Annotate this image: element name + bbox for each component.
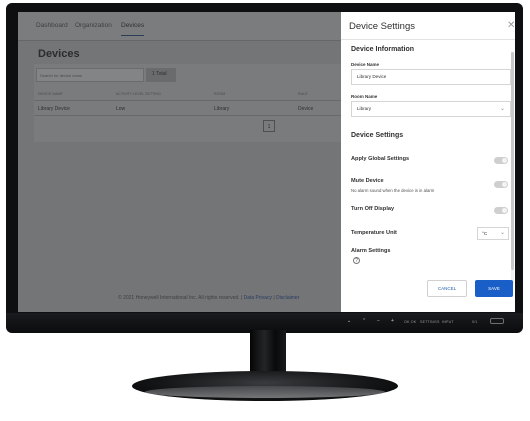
monitor-power-label: 0/1 [472,320,478,324]
nav-devices[interactable]: Devices [121,22,145,36]
monitor-input-label: INPUT [442,320,454,324]
apply-global-settings-label: Apply Global Settings [351,156,410,162]
drawer-header-divider [341,39,515,40]
monitor-plus-icon[interactable]: + [391,318,394,324]
toggle-knob [502,182,507,187]
device-settings-heading: Device Settings [351,132,404,139]
close-icon[interactable]: ✕ [507,20,515,31]
monitor-screen: Dashboard Organization Devices Devices S… [18,12,515,312]
cell-activity-level: Low [116,106,126,112]
pagination-page[interactable]: 1 [263,120,275,132]
monitor-up-icon[interactable]: ⌃ [362,318,366,324]
mute-device-description: No alarm sound when the device is in ala… [351,188,435,193]
monitor-minus-icon[interactable]: − [377,318,380,324]
monitor-down-icon[interactable]: ⌄ [347,318,351,324]
total-count: 1 Total [152,71,167,77]
toggle-knob [502,208,507,213]
temperature-unit-label: Temperature Unit [351,230,397,236]
header-device-name[interactable]: DEVICE NAME [38,92,63,96]
room-name-label: Room Name [351,94,378,99]
cell-device-name[interactable]: Library Device [38,106,70,112]
footer-link-data-privacy[interactable]: Data Privacy [244,295,272,301]
cell-rule: Device [298,106,314,112]
cancel-button[interactable]: CANCEL [427,280,467,297]
temperature-unit-select[interactable]: °C ⌄ [477,227,509,240]
device-search-input[interactable]: Search for device name [36,68,144,82]
chevron-down-icon: ⌄ [499,106,505,112]
device-information-heading: Device Information [351,46,415,53]
footer-link-disclaimer[interactable]: Disclaimer [276,295,299,301]
temperature-unit-value: °C [482,231,488,236]
turn-off-display-toggle[interactable] [494,207,508,214]
nav-organization[interactable]: Organization [75,22,112,29]
footer: © 2021 Honeywell International Inc. All … [118,295,299,301]
save-button[interactable]: SAVE [475,280,513,297]
help-icon[interactable]: ? [353,257,360,264]
header-room[interactable]: ROOM [214,92,225,96]
apply-global-settings-toggle[interactable] [494,157,508,164]
nav-dashboard[interactable]: Dashboard [36,22,68,29]
device-name-label: Device Name [351,62,380,67]
toggle-knob [502,158,507,163]
header-rule[interactable]: RULE [298,92,308,96]
device-name-field[interactable]: Library Device [351,69,511,85]
cell-room: Library [214,106,230,112]
monitor-base-highlight [145,386,385,398]
footer-separator: | [273,295,275,301]
room-name-value: Library [357,106,372,111]
power-button-icon[interactable] [490,318,504,324]
mute-device-toggle[interactable] [494,181,508,188]
page-title: Devices [38,48,80,60]
table-row-divider [34,115,379,116]
table-divider [34,100,379,101]
chevron-down-icon: ⌄ [499,230,505,236]
mute-device-label: Mute Device [351,178,384,184]
monitor-ok-label: OK OK [404,320,417,324]
alarm-settings-label: Alarm Settings [351,248,391,254]
monitor-settings-label: SETTINGS [420,320,440,324]
room-name-select[interactable]: Library ⌄ [351,101,511,117]
footer-copyright: © 2021 Honeywell International Inc. All … [118,295,243,301]
scrollbar-thumb[interactable] [511,52,514,270]
header-activity-level[interactable]: ACTIVITY LEVEL SETTING [116,92,161,96]
drawer-title: Device Settings [349,21,416,32]
turn-off-display-label: Turn Off Display [351,206,395,212]
device-settings-drawer: Device Settings ✕ Device Information Dev… [341,12,515,312]
